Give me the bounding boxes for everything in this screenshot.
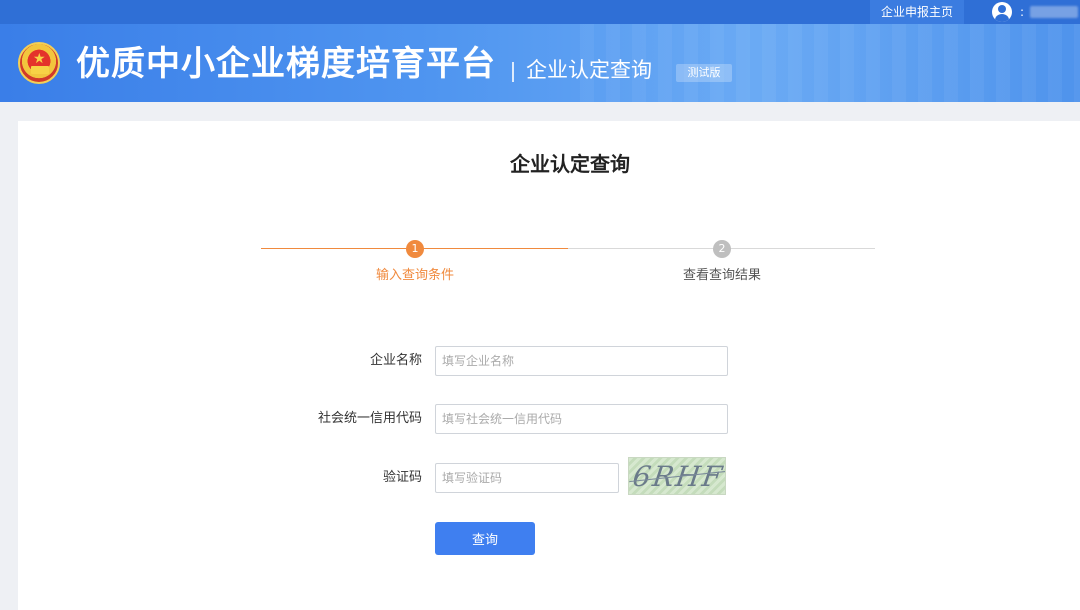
top-bar: 企业申报主页 : (0, 0, 1080, 24)
company-name-label: 企业名称 (369, 353, 422, 368)
company-name-input[interactable] (435, 346, 728, 376)
step-2-label: 查看查询结果 (682, 268, 761, 283)
captcha-label: 验证码 (382, 470, 422, 485)
user-separator: : (1020, 5, 1025, 19)
header-background-pattern (580, 24, 1080, 102)
beta-badge: 测试版 (676, 64, 732, 82)
title-divider (512, 62, 514, 82)
site-title: 优质中小企业梯度培育平台 (76, 44, 496, 84)
captcha-input[interactable] (435, 463, 619, 493)
query-button[interactable]: 查询 (435, 522, 535, 555)
user-menu[interactable]: : (992, 2, 1079, 22)
step-1-label: 输入查询条件 (375, 268, 454, 283)
emblem-star-icon: ★ (33, 51, 46, 67)
step-2-indicator: 2 (713, 240, 731, 258)
step-1-indicator: 1 (406, 240, 424, 258)
page-title: 企业认定查询 (510, 152, 630, 176)
site-header: ★ 优质中小企业梯度培育平台 企业认定查询 测试版 (0, 24, 1080, 102)
user-name-redacted (1030, 6, 1079, 18)
national-emblem-icon: ★ (18, 42, 60, 84)
credit-code-input[interactable] (435, 404, 728, 434)
emblem-gate-icon (31, 66, 49, 74)
credit-code-label: 社会统一信用代码 (317, 411, 422, 426)
enterprise-home-link[interactable]: 企业申报主页 (870, 0, 964, 24)
sub-title: 企业认定查询 (526, 58, 652, 82)
user-avatar-icon[interactable] (992, 2, 1012, 22)
captcha-image[interactable]: 6RHF (628, 457, 726, 495)
